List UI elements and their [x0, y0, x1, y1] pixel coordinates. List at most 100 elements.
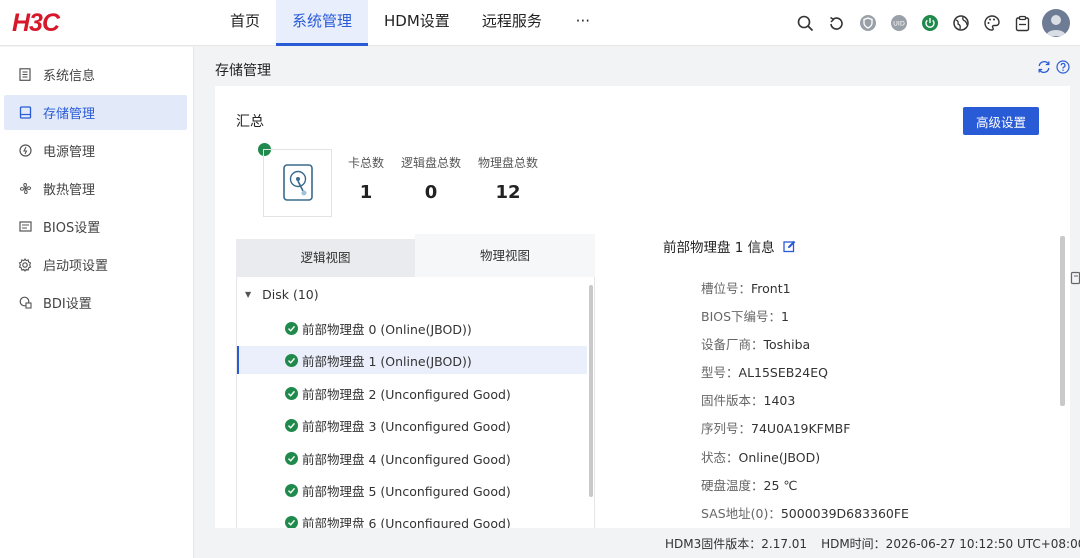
sidebar-item-cooling[interactable]: 散热管理 [4, 171, 187, 206]
tree-root-label: Disk (10) [262, 287, 319, 302]
nav-remote-services[interactable]: 远程服务 [466, 0, 558, 46]
refresh-icon[interactable] [1037, 60, 1051, 78]
detail-key: 固件版本： [701, 393, 764, 408]
main-nav: 首页 系统管理 HDM设置 远程服务 ··· [214, 0, 608, 46]
h3c-logo[interactable]: H3C [12, 9, 60, 38]
stat-label: 逻辑盘总数 [401, 156, 462, 170]
check-circle-icon [285, 451, 298, 465]
stat-value: 0 [424, 182, 438, 203]
nav-hdm-settings[interactable]: HDM设置 [368, 0, 466, 46]
sidebar-item-label: 存储管理 [43, 107, 96, 122]
uid-icon[interactable]: UID [883, 8, 914, 39]
edit-icon[interactable] [783, 240, 796, 253]
nav-system-management[interactable]: 系统管理 [276, 0, 369, 46]
tree-item-label: 前部物理盘 2 (Unconfigured Good) [302, 386, 511, 402]
bdi-icon [18, 296, 32, 310]
fan-icon [18, 182, 32, 196]
detail-key: 型号： [701, 365, 739, 380]
status-footer: HDM3固件版本：2.17.01 HDM时间：2026-06-27 10:12:… [665, 535, 1080, 552]
tree-item-selected[interactable]: 前部物理盘 1 (Online(JBOD)) [237, 346, 587, 374]
check-circle-icon [285, 515, 298, 528]
power-supply-icon [18, 144, 32, 158]
check-circle-icon [285, 386, 298, 400]
boot-settings-icon [18, 257, 32, 272]
detail-value: AL15SEB24EQ [738, 365, 828, 380]
detail-value: 5000039D683360FE [780, 506, 909, 521]
tab-logical-view[interactable]: 逻辑视图 [236, 239, 415, 277]
stat-value: 12 [495, 182, 521, 203]
sidebar-item-bios[interactable]: BIOS设置 [4, 209, 187, 244]
tree-root-disk[interactable]: ▼ Disk (10) [245, 287, 319, 302]
tree-item[interactable]: 前部物理盘 4 (Unconfigured Good) [237, 444, 587, 472]
tree-item[interactable]: 前部物理盘 3 (Unconfigured Good) [237, 411, 587, 439]
tree-item-label: 前部物理盘 6 (Unconfigured Good) [302, 515, 511, 529]
detail-slot: 槽位号：Front1 [701, 278, 791, 297]
detail-value: Toshiba [763, 337, 811, 352]
sidebar-item-power[interactable]: 电源管理 [4, 133, 187, 168]
tree-item-label: 前部物理盘 0 (Online(JBOD)) [302, 321, 472, 337]
stat-card-total: 卡总数 1 [348, 154, 384, 203]
tree-scrollbar[interactable] [589, 285, 593, 497]
detail-value: Online(JBOD) [738, 450, 821, 465]
uid-icon-label: UID [893, 20, 905, 28]
tree-item[interactable]: 前部物理盘 2 (Unconfigured Good) [237, 379, 587, 407]
sidebar-item-boot[interactable]: 启动项设置 [4, 247, 187, 282]
sidebar-item-label: BDI设置 [43, 297, 92, 312]
summary-title: 汇总 [236, 114, 264, 130]
tree-item[interactable]: 前部物理盘 0 (Online(JBOD)) [237, 314, 587, 342]
power-icon[interactable] [914, 8, 945, 39]
stat-physical-total: 物理盘总数 12 [478, 154, 538, 203]
tree-item-label: 前部物理盘 3 (Unconfigured Good) [302, 418, 511, 434]
help-icon[interactable] [1056, 60, 1070, 78]
storage-icon [18, 106, 32, 120]
header-toolbar: UID [790, 0, 1070, 46]
detail-key: 状态： [701, 450, 739, 465]
hdm-time: HDM时间：2026-06-27 10:12:50 UTC+08:00 [821, 537, 1080, 551]
stat-label: 物理盘总数 [478, 156, 539, 170]
top-bar: H3C 首页 系统管理 HDM设置 远程服务 ··· UID [0, 0, 1080, 46]
sidebar-item-label: 系统信息 [43, 69, 96, 84]
sidebar-item-label: 电源管理 [43, 145, 96, 160]
sidebar-item-storage[interactable]: 存储管理 [4, 95, 187, 130]
check-circle-icon [285, 483, 298, 497]
detail-model: 型号：AL15SEB24EQ [701, 362, 828, 381]
shield-icon[interactable] [852, 8, 883, 39]
physical-disk-tree: ▼ Disk (10) 前部物理盘 0 (Online(JBOD)) 前部物理盘… [236, 277, 595, 528]
sidebar-item-label: 散热管理 [43, 183, 96, 198]
tree-item-label: 前部物理盘 1 (Online(JBOD)) [302, 353, 472, 369]
search-icon[interactable] [790, 8, 821, 39]
detail-sas-address: SAS地址(0)：5000039D683360FE [701, 503, 909, 522]
detail-key: 硬盘温度： [701, 478, 764, 493]
detail-bios-index: BIOS下编号：1 [701, 306, 789, 325]
detail-status: 状态：Online(JBOD) [701, 447, 820, 466]
firmware-version: HDM3固件版本：2.17.01 [665, 537, 808, 551]
sidebar-item-system-info[interactable]: 系统信息 [4, 57, 187, 92]
detail-scrollbar[interactable] [1060, 236, 1065, 406]
globe-icon[interactable] [945, 8, 976, 39]
refresh-icon[interactable] [821, 8, 852, 39]
detail-value: 1403 [763, 393, 796, 408]
page-title-actions [1037, 60, 1070, 78]
detail-serial: 序列号：74U0A19KFMBF [701, 418, 850, 437]
disk-detail-title-text: 前部物理盘 1 信息 [663, 240, 775, 256]
detail-value: 1 [781, 309, 789, 324]
clipboard-icon[interactable] [1007, 8, 1038, 39]
tree-item[interactable]: 前部物理盘 6 (Unconfigured Good) [237, 508, 587, 528]
detail-value: 74U0A19KFMBF [751, 421, 851, 436]
nav-more[interactable]: ··· [558, 0, 608, 46]
user-avatar[interactable] [1042, 9, 1070, 37]
disk-detail-title: 前部物理盘 1 信息 [663, 236, 796, 256]
stat-value: 1 [359, 182, 373, 203]
advanced-settings-button[interactable]: 高级设置 [963, 107, 1039, 135]
side-panel-icon[interactable] [1070, 271, 1080, 285]
sidebar-item-bdi[interactable]: BDI设置 [4, 285, 187, 320]
page-title: 存储管理 [215, 63, 271, 79]
tab-physical-view[interactable]: 物理视图 [415, 234, 595, 277]
tree-item[interactable]: 前部物理盘 5 (Unconfigured Good) [237, 476, 587, 504]
stat-label: 卡总数 [348, 156, 385, 170]
view-tabs: 逻辑视图 物理视图 [236, 234, 595, 277]
palette-icon[interactable] [976, 8, 1007, 39]
detail-firmware: 固件版本：1403 [701, 390, 795, 409]
nav-home[interactable]: 首页 [214, 0, 276, 46]
caret-down-icon[interactable]: ▼ [245, 290, 251, 299]
